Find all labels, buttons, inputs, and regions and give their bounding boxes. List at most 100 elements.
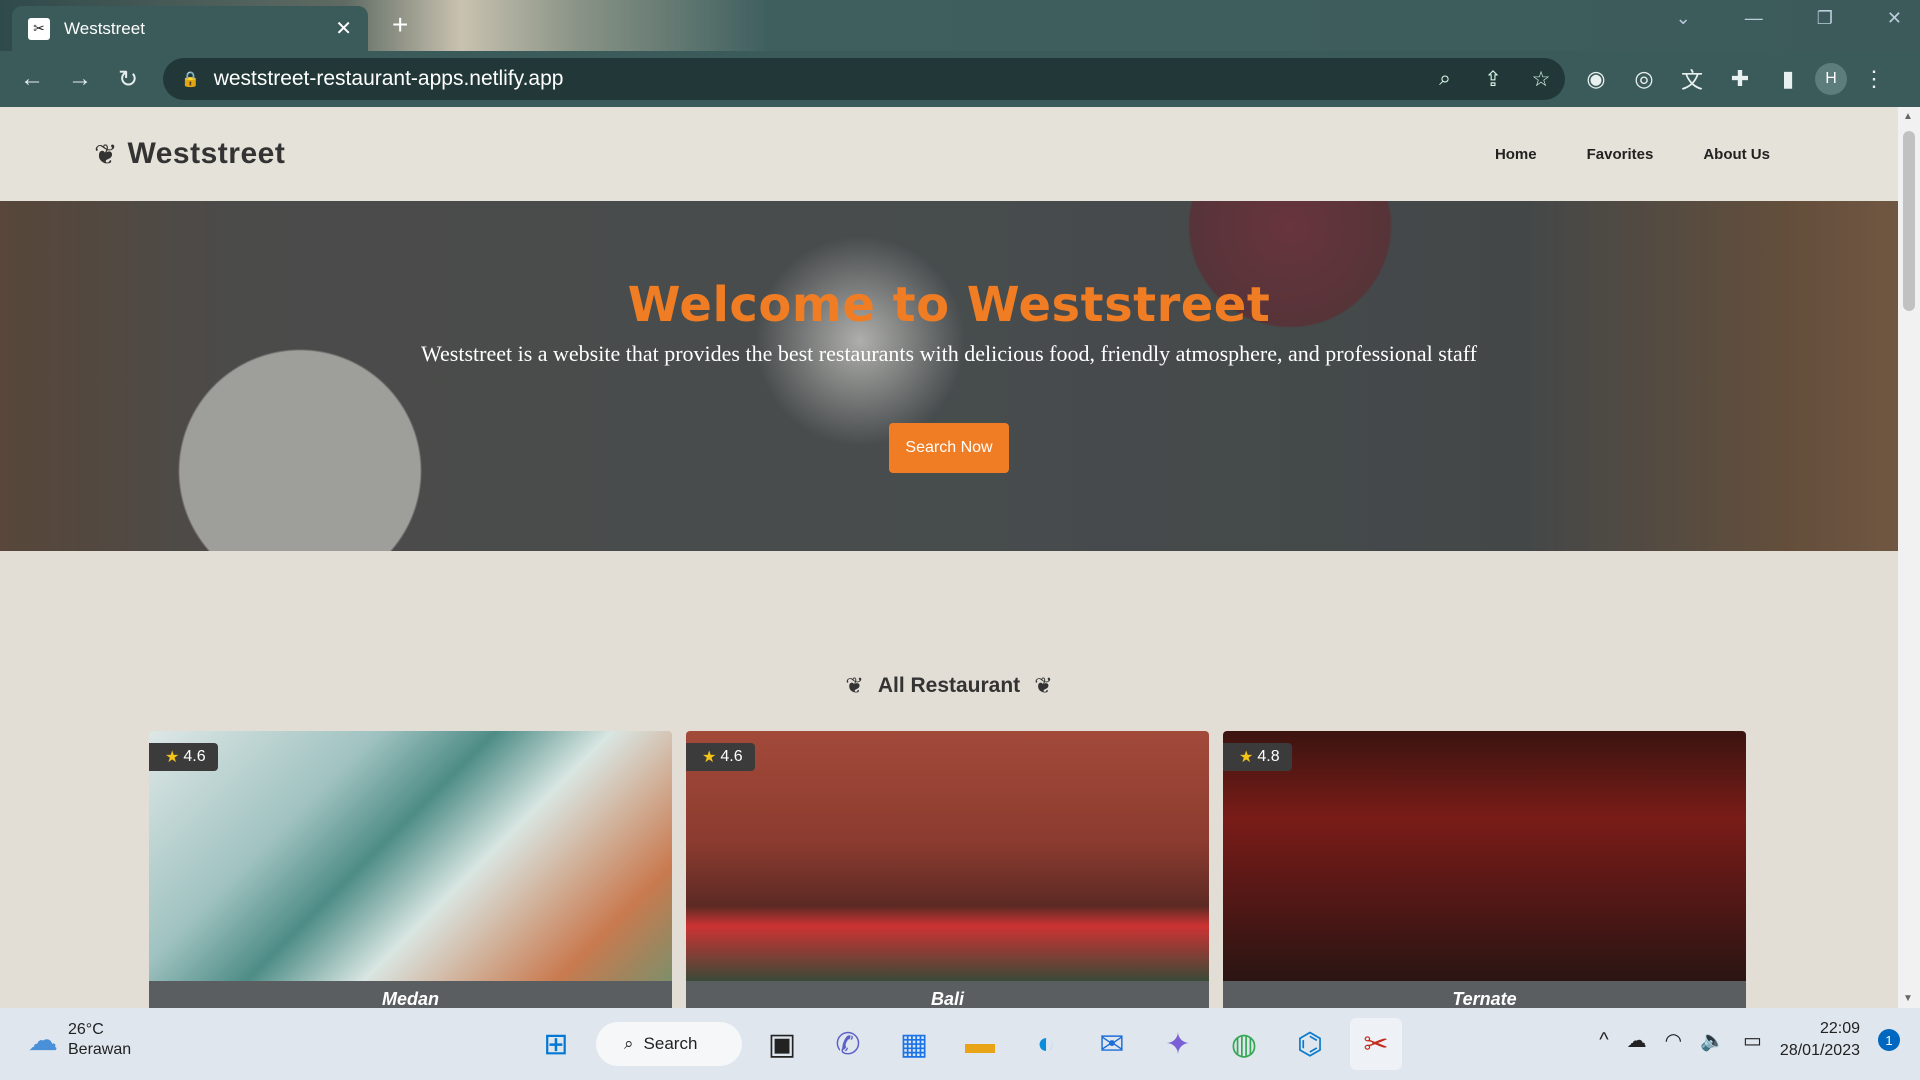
chrome-browser-icon[interactable]: ◍ — [1218, 1018, 1270, 1070]
scroll-down-icon[interactable]: ▼ — [1903, 993, 1913, 1004]
restaurant-card[interactable]: ★ 4.8 Ternate — [1223, 731, 1746, 1008]
maximize-icon[interactable]: ❐ — [1817, 8, 1833, 29]
section-heading: ❦ All Restaurant ❦ — [0, 673, 1898, 699]
restaurant-list: ★ 4.6 Medan ★ 4.6 Bali ★ 4.8 Ternate — [149, 731, 1898, 1008]
back-icon[interactable]: ← — [8, 65, 56, 93]
nav-about-us[interactable]: About Us — [1703, 146, 1770, 163]
rating-badge: ★ 4.6 — [149, 743, 218, 771]
camera-extension-icon[interactable]: ◎ — [1623, 59, 1665, 99]
wifi-icon[interactable]: ◠ — [1665, 1028, 1682, 1053]
tab-search-icon[interactable]: ⌄ — [1676, 8, 1691, 29]
taskbar-search[interactable]: ⌕ Search — [596, 1022, 742, 1066]
sprout-right-icon: ❦ — [1034, 673, 1053, 698]
window-controls: ⌄ — ❐ ✕ — [1676, 8, 1902, 29]
start-windows-icon[interactable]: ⊞ — [530, 1018, 582, 1070]
minimize-icon[interactable]: — — [1745, 8, 1763, 29]
notification-badge[interactable]: 1 — [1878, 1029, 1900, 1051]
site-header: ❦ Weststreet Home Favorites About Us — [0, 107, 1898, 201]
sprout-left-icon: ❦ — [845, 673, 864, 698]
site-favicon-icon: ✂ — [28, 17, 50, 40]
puzzle-icon[interactable]: ✚ — [1719, 59, 1761, 99]
zoom-icon[interactable]: ⌕ — [1421, 67, 1469, 91]
weather-temp: 26°C — [68, 1021, 104, 1038]
file-explorer-icon[interactable]: ▬ — [954, 1018, 1006, 1070]
restaurant-image[interactable] — [1223, 731, 1746, 981]
taskbar-search-label: Search — [643, 1034, 698, 1053]
section-title: All Restaurant — [877, 674, 1021, 697]
task-view-icon[interactable]: ▣ — [756, 1018, 808, 1070]
translate-extension-icon[interactable]: 文 — [1671, 59, 1713, 99]
window-close-icon[interactable]: ✕ — [1887, 8, 1902, 29]
scroll-up-icon[interactable]: ▲ — [1903, 111, 1913, 122]
rating-value: 4.8 — [1257, 748, 1280, 765]
mail-icon[interactable]: ✉ — [1086, 1018, 1138, 1070]
rating-badge: ★ 4.6 — [686, 743, 755, 771]
star-icon: ★ — [1239, 749, 1254, 766]
battery-icon[interactable]: ▭ — [1743, 1028, 1762, 1053]
hero-banner: Welcome to Weststreet Weststreet is a we… — [0, 201, 1898, 551]
extensions-area: ◉ ◎ 文 ✚ ▮ H ⋮ — [1575, 59, 1895, 99]
scroll-thumb[interactable] — [1903, 131, 1915, 311]
brand[interactable]: ❦ Weststreet — [94, 137, 285, 171]
system-tray: ^ ☁ ◠ 🔈 ▭ 22:09 28/01/2023 1 — [1599, 1018, 1900, 1062]
site-nav: Home Favorites About Us — [1495, 146, 1770, 163]
snipping-tool-icon[interactable]: ✂ — [1350, 1018, 1402, 1070]
restaurant-image[interactable] — [149, 731, 672, 981]
copilot-icon[interactable]: ✦ — [1152, 1018, 1204, 1070]
browser-tabstrip: ✂ Weststreet ✕ + ⌄ — ❐ ✕ — [0, 0, 1920, 51]
edge-browser-icon[interactable]: ◐ — [1020, 1018, 1072, 1070]
hero-content: Welcome to Weststreet Weststreet is a we… — [0, 201, 1898, 551]
forward-icon[interactable]: → — [56, 65, 104, 93]
clock-time: 22:09 — [1819, 1020, 1860, 1037]
lock-icon[interactable]: 🔒 — [181, 70, 200, 88]
clock-date: 28/01/2023 — [1779, 1042, 1860, 1059]
new-tab-icon[interactable]: + — [392, 10, 408, 40]
search-icon: ⌕ — [624, 1034, 634, 1053]
bookmark-star-icon[interactable]: ☆ — [1517, 67, 1565, 92]
browser-tab[interactable]: ✂ Weststreet ✕ — [12, 6, 368, 51]
clock[interactable]: 22:09 28/01/2023 — [1780, 1018, 1860, 1062]
address-bar[interactable]: 🔒 weststreet-restaurant-apps.netlify.app… — [163, 58, 1565, 100]
taskbar-apps: ⊞ ⌕ Search ▣ ✆ ▦ ▬ ◐ ✉ ✦ ◍ ⌬ ✂ — [530, 1018, 1402, 1070]
sprout-icon: ❦ — [94, 138, 118, 170]
reload-icon[interactable]: ↻ — [104, 65, 152, 94]
star-icon: ★ — [702, 749, 717, 766]
share-icon[interactable]: ⇪ — [1469, 67, 1517, 92]
menu-kebab-icon[interactable]: ⋮ — [1853, 59, 1895, 99]
brand-name: Weststreet — [127, 137, 286, 170]
restaurant-city: Medan — [149, 981, 672, 1008]
volume-icon[interactable]: 🔈 — [1700, 1028, 1725, 1053]
profile-avatar[interactable]: H — [1815, 63, 1847, 95]
search-now-button[interactable]: Search Now — [889, 423, 1009, 473]
vscode-icon[interactable]: ⌬ — [1284, 1018, 1336, 1070]
restaurant-city: Ternate — [1223, 981, 1746, 1008]
weather-desc: Berawan — [68, 1041, 132, 1058]
tab-title: Weststreet — [64, 18, 145, 38]
restaurant-city: Bali — [686, 981, 1209, 1008]
cloud-icon: ☁ — [28, 1023, 58, 1057]
taskbar: ☁ 26°C Berawan ⊞ ⌕ Search ▣ ✆ ▦ ▬ ◐ ✉ ✦ … — [0, 1008, 1920, 1080]
nav-favorites[interactable]: Favorites — [1587, 146, 1654, 163]
side-panel-icon[interactable]: ▮ — [1767, 59, 1809, 99]
hero-title: Welcome to Weststreet — [627, 277, 1271, 333]
extension-icon[interactable]: ◉ — [1575, 59, 1617, 99]
url-text[interactable]: weststreet-restaurant-apps.netlify.app — [214, 67, 1421, 91]
star-icon: ★ — [165, 749, 180, 766]
teams-chat-icon[interactable]: ✆ — [822, 1018, 874, 1070]
page-viewport: ❦ Weststreet Home Favorites About Us Wel… — [0, 107, 1898, 1008]
restaurant-image[interactable] — [686, 731, 1209, 981]
close-tab-icon[interactable]: ✕ — [335, 16, 352, 41]
restaurant-card[interactable]: ★ 4.6 Medan — [149, 731, 672, 1008]
browser-toolbar: ← → ↻ 🔒 weststreet-restaurant-apps.netli… — [0, 51, 1920, 107]
chevron-up-icon[interactable]: ^ — [1599, 1029, 1608, 1052]
rating-badge: ★ 4.8 — [1223, 743, 1292, 771]
hero-subtitle: Weststreet is a website that provides th… — [421, 341, 1477, 366]
weather-text: 26°C Berawan — [68, 1020, 131, 1060]
page-scrollbar[interactable]: ▲ ▼ — [1898, 107, 1920, 1008]
restaurant-card[interactable]: ★ 4.6 Bali — [686, 731, 1209, 1008]
nav-home[interactable]: Home — [1495, 146, 1537, 163]
calendar-icon[interactable]: ▦ — [888, 1018, 940, 1070]
weather-widget[interactable]: ☁ 26°C Berawan — [28, 1020, 131, 1060]
onedrive-cloud-icon[interactable]: ☁ — [1627, 1028, 1647, 1053]
rating-value: 4.6 — [183, 748, 206, 765]
